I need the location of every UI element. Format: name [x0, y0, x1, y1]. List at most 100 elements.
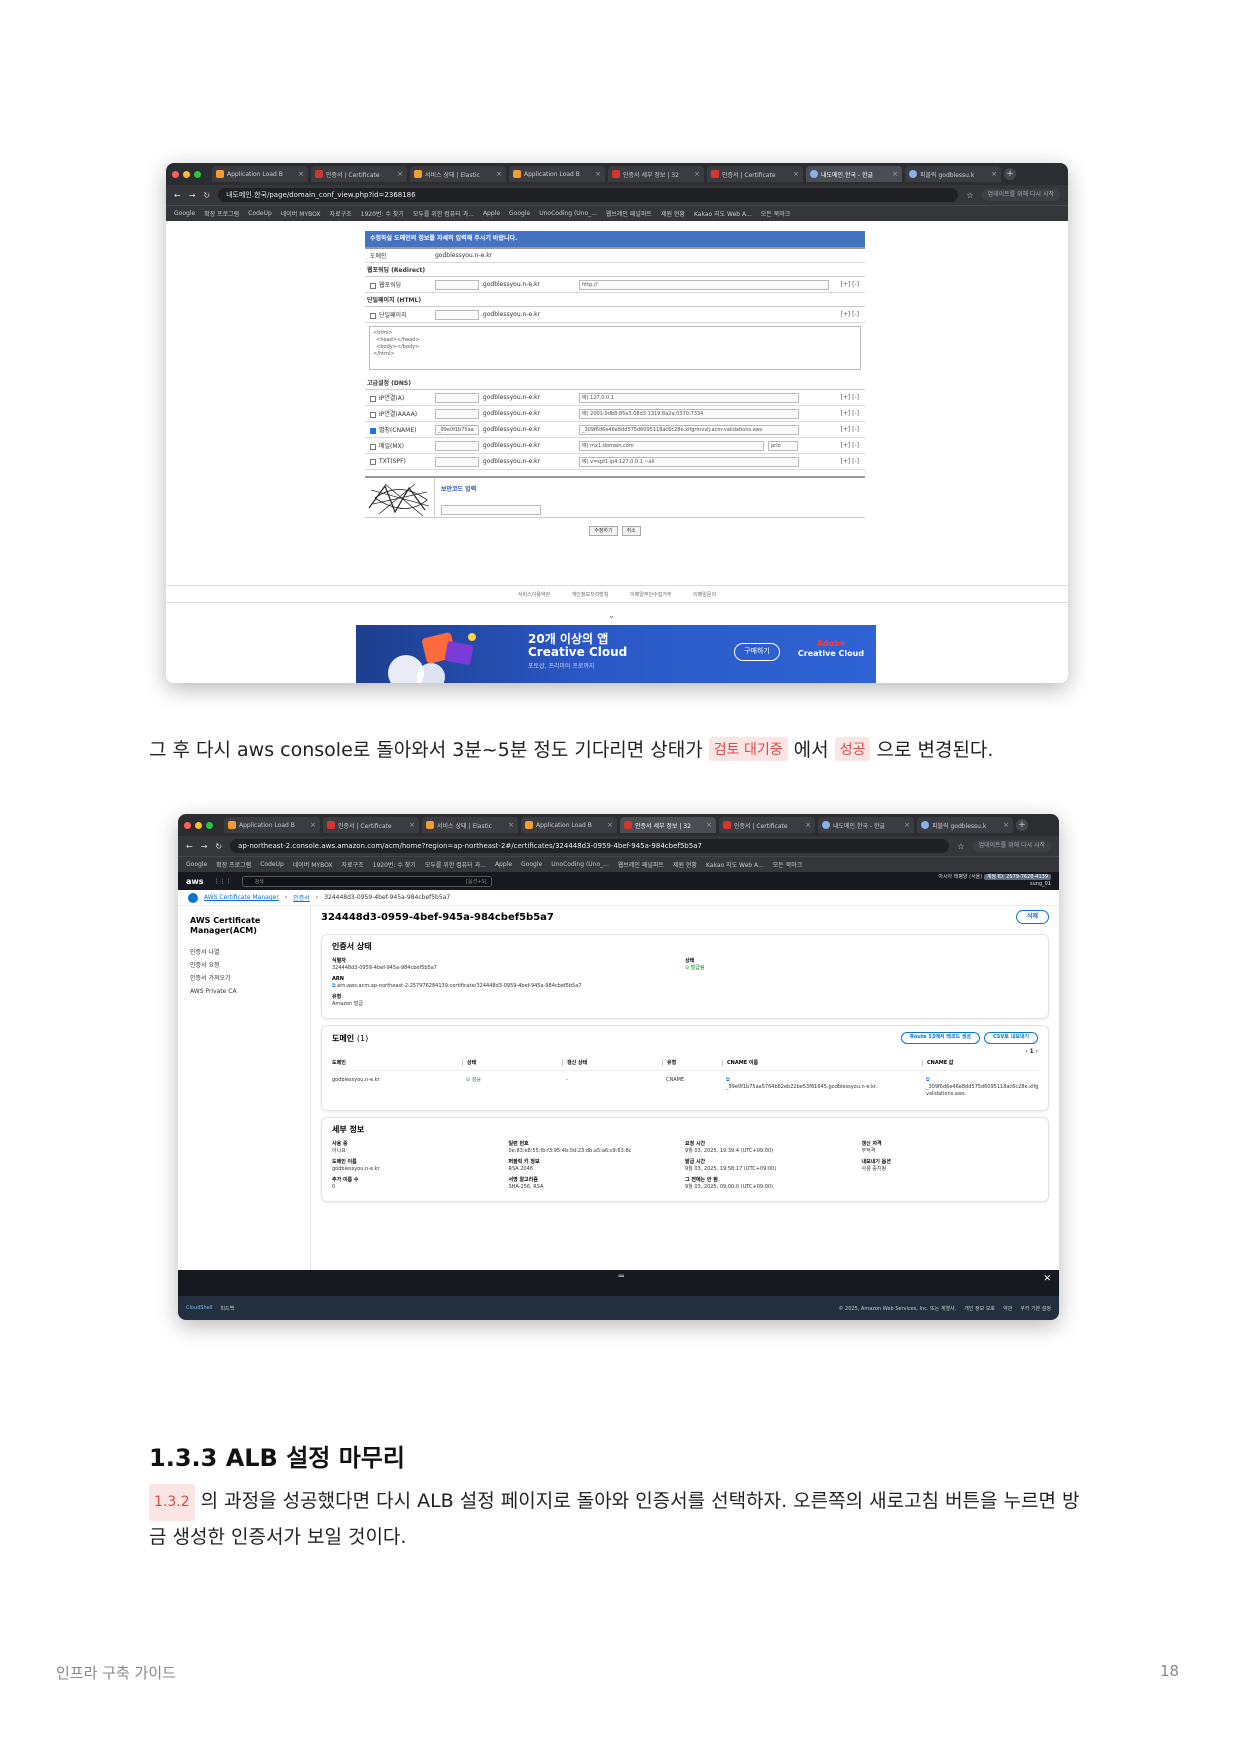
html-sub-input[interactable]: [435, 309, 479, 320]
dns-checkbox[interactable]: [370, 411, 376, 418]
sidenav-item-list[interactable]: 인증서 나열: [190, 946, 298, 959]
bookmark[interactable]: Google: [174, 210, 195, 217]
forward-icon[interactable]: →: [201, 842, 208, 851]
browser-tab[interactable]: 인증서 | Certificate ×: [323, 817, 419, 833]
dns-checkbox[interactable]: [370, 395, 376, 402]
close-icon[interactable]: ×: [409, 821, 415, 829]
star-icon[interactable]: ☆: [957, 842, 964, 851]
close-icon[interactable]: ×: [706, 821, 712, 829]
bookmark[interactable]: Google: [186, 861, 207, 868]
add-remove-icon[interactable]: [+] [-]: [841, 426, 865, 433]
address-bar[interactable]: 내도메인.한국/page/domain_conf_view.php?id=236…: [218, 188, 959, 202]
breadcrumb-acm[interactable]: AWS Certificate Manager: [204, 894, 279, 901]
delete-button[interactable]: 삭제: [1015, 910, 1049, 924]
bookmark[interactable]: Google: [509, 210, 530, 217]
bookmark[interactable]: UnoCoding (Uno_...: [551, 861, 609, 868]
footer-link[interactable]: 서비스이용약관: [518, 592, 550, 598]
close-icon[interactable]: ×: [805, 821, 811, 829]
back-icon[interactable]: ←: [186, 842, 193, 851]
bookmark[interactable]: 제원 현황: [673, 860, 697, 869]
bookmark-all[interactable]: 모든 북마크: [761, 209, 791, 218]
bookmark-all[interactable]: 모든 북마크: [773, 860, 803, 869]
close-icon[interactable]: ×: [892, 170, 898, 178]
dns-checkbox[interactable]: [370, 443, 376, 450]
browser-tab[interactable]: 인증서 세부 정보 | 32 ×: [608, 166, 704, 182]
account-menu[interactable]: 아시아 태평양 (서울) 계정 ID: 2579-7628-4139 sung_…: [938, 874, 1051, 888]
bookmark[interactable]: 확장 프로그램: [204, 209, 239, 218]
add-remove-icon[interactable]: [+] [-]: [841, 281, 865, 288]
browser-tab[interactable]: 피블릭 godblessu.k ×: [905, 166, 1001, 182]
browser-tab[interactable]: 서비스 상태 | Elastic ×: [410, 166, 506, 182]
browser-tab[interactable]: 피블릭 godblessu.k ×: [917, 817, 1013, 833]
bookmark[interactable]: 네이버 MYBOX: [281, 209, 321, 218]
mx-priority-input[interactable]: prio: [768, 440, 798, 451]
pagination[interactable]: ‹ 1 ›: [332, 1048, 1038, 1055]
address-bar[interactable]: ap-northeast-2.console.aws.amazon.com/ac…: [230, 839, 950, 853]
sidenav-item-import[interactable]: 인증서 가져오기: [190, 972, 298, 985]
bookmark[interactable]: 1920번: 수 찾기: [361, 209, 404, 218]
bookmark[interactable]: 모두를 위한 컴퓨터 과...: [413, 209, 474, 218]
redirect-sub-input[interactable]: [435, 279, 479, 290]
close-icon[interactable]: ×: [1003, 821, 1009, 829]
ad-banner[interactable]: 20개 이상의 앱 Creative Cloud 포토샵, 프리미어 프로까지 …: [356, 625, 876, 683]
bookmark[interactable]: 1920번: 수 찾기: [373, 860, 416, 869]
back-icon[interactable]: ←: [174, 191, 181, 200]
captcha-input[interactable]: [441, 505, 541, 515]
footer-link[interactable]: 이메일무단수집거부: [630, 592, 671, 598]
redirect-checkbox[interactable]: [370, 282, 376, 289]
close-icon[interactable]: ×: [991, 170, 997, 178]
bookmark[interactable]: 네이버 MYBOX: [293, 860, 333, 869]
bookmark[interactable]: UnoCoding (Uno_...: [539, 210, 597, 217]
browser-tab[interactable]: 인증서 | Certificate ×: [707, 166, 803, 182]
dns-sub-input[interactable]: _99e0f1b75aa: [435, 424, 479, 435]
dns-value-input[interactable]: _309f6d6e46e8dd575d6095118ac6c28e.xlfgrm…: [579, 424, 799, 435]
bookmark[interactable]: 제원 현황: [661, 209, 685, 218]
reload-icon[interactable]: ↻: [203, 191, 210, 200]
copy-icon[interactable]: ⧉: [332, 983, 336, 989]
add-remove-icon[interactable]: [+] [-]: [841, 458, 865, 465]
export-csv-button[interactable]: CSV로 내보내기: [984, 1032, 1038, 1044]
dns-checkbox[interactable]: [370, 427, 376, 434]
terms-link[interactable]: 약관: [1003, 1305, 1012, 1312]
browser-tab[interactable]: Application Load B ×: [521, 817, 617, 833]
add-remove-icon[interactable]: [+] [-]: [841, 442, 865, 449]
breadcrumb-certificates[interactable]: 인증서: [293, 893, 310, 902]
browser-tab[interactable]: Application Load B ×: [224, 817, 320, 833]
browser-tab[interactable]: 내도메인.한국 - 한글 ×: [818, 817, 914, 833]
browser-tab[interactable]: Application Load B ×: [509, 166, 605, 182]
privacy-link[interactable]: 개인 정보 보호: [964, 1305, 995, 1312]
services-grid-icon[interactable]: ⋮⋮⋮: [214, 878, 232, 885]
footer-link[interactable]: 이메일문의: [693, 592, 716, 598]
cookie-link[interactable]: 쿠키 기본 설정: [1020, 1305, 1051, 1312]
new-tab-button[interactable]: +: [1016, 819, 1028, 831]
sidenav-item-private-ca[interactable]: AWS Private CA: [190, 985, 298, 998]
submit-button[interactable]: 수정하기: [589, 526, 618, 536]
bookmark[interactable]: 모두를 위한 컴퓨터 과...: [425, 860, 486, 869]
cancel-button[interactable]: 취소: [621, 526, 641, 536]
feedback-link[interactable]: 피드백: [220, 1305, 234, 1312]
bookmark[interactable]: Apple: [495, 861, 512, 868]
window-controls[interactable]: [172, 170, 201, 178]
bookmark[interactable]: 웹브레인 패널퍼트: [618, 860, 664, 869]
close-icon[interactable]: ×: [298, 170, 304, 178]
close-icon[interactable]: ×: [310, 821, 316, 829]
close-icon[interactable]: ×: [508, 821, 514, 829]
browser-tab-active[interactable]: 인증서 세부 정보 | 32 ×: [620, 817, 716, 833]
bookmark[interactable]: CodeUp: [260, 861, 284, 868]
aws-search-input[interactable]: 검색 [옵션+S]: [241, 875, 492, 887]
close-icon[interactable]: ×: [595, 170, 601, 178]
browser-tab[interactable]: 서비스 상태 | Elastic ×: [422, 817, 518, 833]
dns-value-input[interactable]: 예) mx1.domain.com: [579, 440, 764, 451]
add-remove-icon[interactable]: [+] [-]: [841, 410, 865, 417]
reload-icon[interactable]: ↻: [215, 842, 222, 851]
bookmark[interactable]: Kakao 지도 Web A...: [694, 209, 752, 218]
update-button[interactable]: 업데이트를 위해 다시 시작: [981, 189, 1060, 201]
copy-icon[interactable]: ⧉: [926, 1077, 930, 1083]
dns-checkbox[interactable]: [370, 458, 376, 465]
copy-icon[interactable]: ⧉: [726, 1077, 730, 1083]
browser-tab[interactable]: 인증서 | Certificate ×: [719, 817, 815, 833]
browser-tab-active[interactable]: 내도메인.한국 - 한글 ×: [806, 166, 902, 182]
forward-icon[interactable]: →: [189, 191, 196, 200]
dns-sub-input[interactable]: [435, 456, 479, 467]
dns-value-input[interactable]: 예) v=spf1 ip4:127.0.0.1 ~all: [579, 456, 799, 467]
